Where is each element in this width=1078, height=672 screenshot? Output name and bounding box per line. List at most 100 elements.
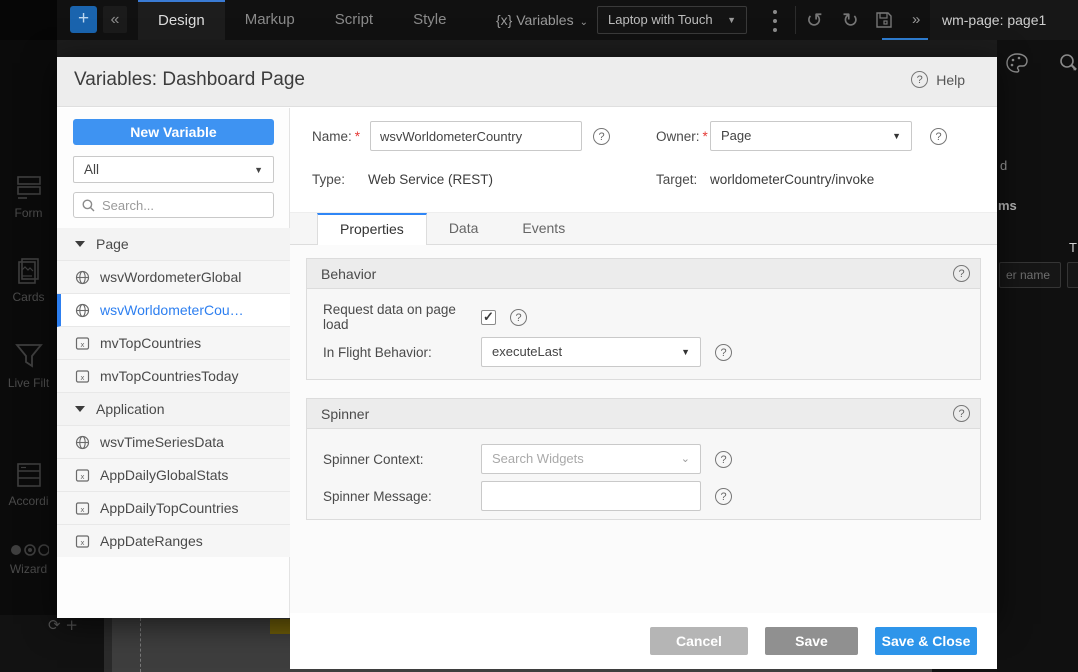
spinner-context-placeholder: Search Widgets bbox=[492, 451, 584, 466]
variable-item[interactable]: x AppDailyGlobalStats bbox=[57, 459, 290, 492]
palette-item-wizard[interactable]: Wizard bbox=[0, 542, 57, 576]
tab-design[interactable]: Design bbox=[138, 0, 225, 40]
canvas-guide-line bbox=[140, 618, 141, 672]
tab-script[interactable]: Script bbox=[315, 0, 393, 40]
search-input[interactable] bbox=[102, 194, 267, 216]
variable-name-input[interactable] bbox=[370, 121, 582, 151]
dialog-footer: Cancel Save Save & Close bbox=[290, 613, 997, 669]
tab-events[interactable]: Events bbox=[500, 213, 587, 246]
variable-item[interactable]: wsvTimeSeriesData bbox=[57, 426, 290, 459]
widget-palette: Form Cards Live Filt Accordi Wizard bbox=[0, 40, 57, 672]
undo-icon[interactable]: ↺ bbox=[806, 0, 823, 40]
request-data-help-icon[interactable]: ? bbox=[510, 309, 527, 326]
web-service-variable-icon bbox=[75, 270, 91, 285]
request-data-checkbox[interactable] bbox=[481, 310, 496, 325]
variables-menu-button[interactable]: {x} Variables⌄ bbox=[496, 0, 588, 40]
cancel-button[interactable]: Cancel bbox=[650, 627, 748, 655]
behavior-help-icon[interactable]: ? bbox=[953, 265, 970, 282]
panel-text-fragment: d bbox=[1000, 158, 1007, 173]
device-preview-select[interactable]: Laptop with Touch▼ bbox=[597, 6, 747, 34]
select-arrow-icon: ▼ bbox=[681, 338, 690, 366]
owner-select[interactable]: Page ▼ bbox=[710, 121, 912, 151]
model-variable-icon: x bbox=[75, 369, 91, 384]
caret-down-icon bbox=[75, 241, 85, 247]
form-icon bbox=[14, 172, 44, 202]
page-tab[interactable]: wm-page: page1 bbox=[930, 0, 1078, 40]
section-title: Spinner bbox=[321, 406, 369, 422]
variable-group-application[interactable]: Application bbox=[57, 393, 290, 426]
help-label: Help bbox=[936, 72, 965, 88]
tab-style[interactable]: Style bbox=[393, 0, 466, 40]
svg-text:x: x bbox=[80, 506, 84, 514]
group-label: Page bbox=[96, 236, 129, 252]
filter-select-value: All bbox=[84, 162, 99, 177]
spinner-context-help-icon[interactable]: ? bbox=[715, 451, 732, 468]
save-button[interactable]: Save bbox=[765, 627, 858, 655]
inflight-select[interactable]: executeLast ▼ bbox=[481, 337, 701, 367]
owner-help-icon[interactable]: ? bbox=[930, 128, 947, 145]
palette-item-accordion[interactable]: Accordi bbox=[0, 460, 57, 508]
panel-text-fragment: T bbox=[1069, 240, 1077, 255]
spinner-message-label: Spinner Message: bbox=[323, 489, 481, 504]
inspect-zoom-icon[interactable] bbox=[1057, 52, 1078, 79]
palette-item-cards[interactable]: Cards bbox=[0, 256, 57, 304]
caret-down-icon bbox=[75, 406, 85, 412]
add-widget-button[interactable]: + bbox=[70, 6, 97, 33]
refresh-add-icons[interactable]: ⟳ + bbox=[48, 616, 78, 634]
redo-icon[interactable]: ↻ bbox=[842, 0, 859, 40]
tab-data[interactable]: Data bbox=[427, 213, 501, 246]
variable-item[interactable]: x mvTopCountries bbox=[57, 327, 290, 360]
required-marker: * bbox=[355, 129, 360, 144]
chevron-down-icon: ⌄ bbox=[580, 17, 588, 28]
detail-tabs: Properties Data Events bbox=[290, 212, 997, 245]
save-and-close-button[interactable]: Save & Close bbox=[875, 627, 977, 655]
variable-filter-select[interactable]: All ▼ bbox=[73, 156, 274, 183]
panel-input-fragment[interactable] bbox=[1067, 262, 1078, 288]
spinner-section: Spinner ? Spinner Context: Search Widget… bbox=[306, 398, 981, 520]
name-label: Name:* bbox=[312, 129, 360, 144]
spinner-context-label: Spinner Context: bbox=[323, 452, 481, 467]
help-link[interactable]: ? Help bbox=[911, 71, 965, 88]
variable-detail-panel: Name:* ? Owner:* Page ▼ ? Type: Web Serv… bbox=[290, 108, 997, 618]
new-variable-button[interactable]: New Variable bbox=[73, 119, 274, 145]
name-help-icon[interactable]: ? bbox=[593, 128, 610, 145]
palette-item-live-filter[interactable]: Live Filt bbox=[0, 340, 57, 390]
variable-item[interactable]: x mvTopCountriesToday bbox=[57, 360, 290, 393]
variable-item[interactable]: x AppDateRanges bbox=[57, 525, 290, 557]
variable-group-page[interactable]: Page bbox=[57, 228, 290, 261]
spinner-help-icon[interactable]: ? bbox=[953, 405, 970, 422]
collapse-panel-button[interactable]: « bbox=[103, 6, 127, 33]
behavior-section: Behavior ? Request data on page load ? I… bbox=[306, 258, 981, 380]
required-marker: * bbox=[703, 129, 708, 144]
model-variable-icon: x bbox=[75, 336, 91, 351]
variable-label: AppDailyGlobalStats bbox=[100, 467, 228, 483]
web-service-variable-icon bbox=[75, 303, 91, 318]
tab-properties[interactable]: Properties bbox=[317, 213, 427, 246]
variable-item-selected[interactable]: wsvWorldometerCou… bbox=[57, 294, 290, 327]
save-icon[interactable] bbox=[875, 11, 893, 34]
spinner-context-select[interactable]: Search Widgets ⌄ bbox=[481, 444, 701, 474]
palette-label: Wizard bbox=[10, 562, 47, 576]
palette-item-form[interactable]: Form bbox=[0, 172, 57, 220]
canvas-top-strip bbox=[57, 40, 1078, 57]
spinner-message-row: Spinner Message: ? bbox=[323, 481, 732, 511]
variable-item[interactable]: x AppDailyTopCountries bbox=[57, 492, 290, 525]
inflight-help-icon[interactable]: ? bbox=[715, 344, 732, 361]
svg-text:x: x bbox=[80, 374, 84, 382]
web-service-variable-icon bbox=[75, 435, 91, 450]
owner-label: Owner:* bbox=[656, 129, 708, 144]
variable-item[interactable]: wsvWordometerGlobal bbox=[57, 261, 290, 294]
kebab-menu-icon[interactable] bbox=[768, 10, 782, 32]
svg-text:x: x bbox=[80, 539, 84, 547]
variable-label: AppDailyTopCountries bbox=[100, 500, 239, 516]
tab-markup[interactable]: Markup bbox=[225, 0, 315, 40]
theme-palette-icon[interactable] bbox=[1005, 52, 1029, 79]
spinner-message-help-icon[interactable]: ? bbox=[715, 488, 732, 505]
canvas-ruler-bar bbox=[104, 618, 112, 672]
more-tabs-button[interactable]: » bbox=[912, 0, 920, 40]
spinner-message-input[interactable] bbox=[481, 481, 701, 511]
cards-icon bbox=[14, 256, 44, 286]
search-icon bbox=[82, 199, 95, 212]
panel-input-fragment[interactable]: er name bbox=[999, 262, 1061, 288]
right-properties-panel: d ms T er name bbox=[997, 40, 1078, 672]
